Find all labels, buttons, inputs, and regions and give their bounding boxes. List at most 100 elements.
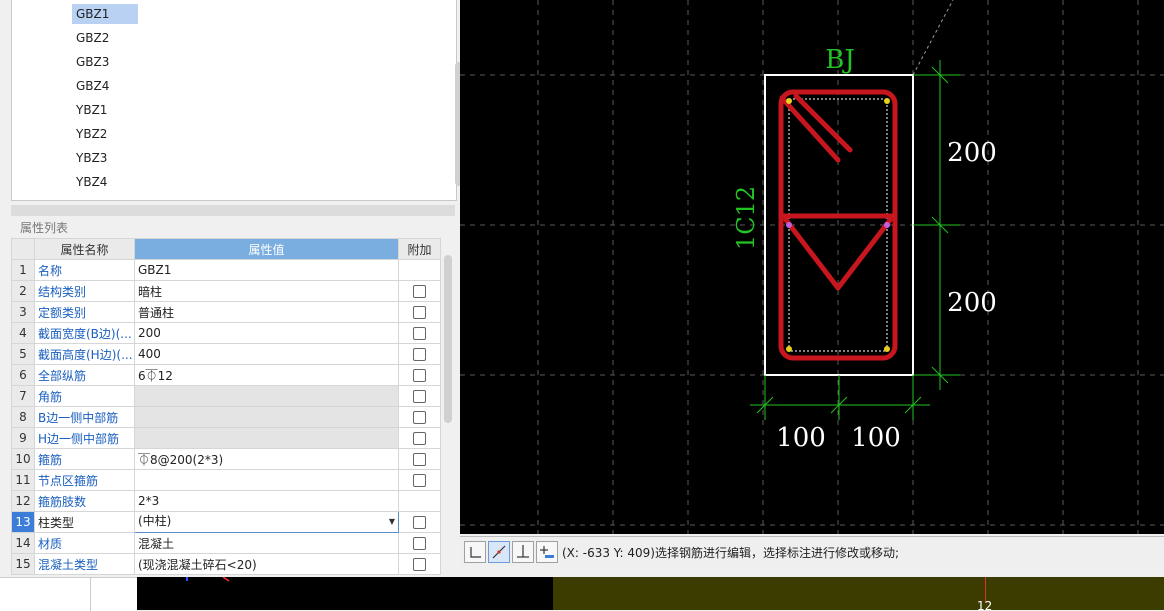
- perpendicular-snap-button[interactable]: [512, 541, 534, 563]
- column-type-dropdown[interactable]: (中柱) ▼: [134, 511, 399, 533]
- prop-value[interactable]: [134, 469, 399, 491]
- tree-item[interactable]: GBZ3: [72, 52, 138, 72]
- extra-cell: [398, 427, 441, 449]
- table-row[interactable]: 13 柱类型 (中柱) ▼: [11, 511, 441, 533]
- bottom-view[interactable]: [137, 577, 553, 610]
- prop-name: 节点区箍筋: [34, 469, 135, 491]
- extra-checkbox[interactable]: [413, 348, 426, 361]
- extra-checkbox[interactable]: [413, 369, 426, 382]
- extra-checkbox[interactable]: [413, 516, 426, 529]
- drawing-canvas[interactable]: BJ 1C12 200 200 100 100: [460, 0, 1164, 534]
- bottom-left-panel: [0, 577, 137, 611]
- extra-cell: [398, 511, 441, 533]
- table-row[interactable]: 12 箍筋肢数 2*3: [11, 490, 441, 512]
- row-number: 12: [11, 490, 35, 512]
- extra-cell: [398, 322, 441, 344]
- prop-name: 混凝土类型: [34, 553, 135, 575]
- row-number: 13: [11, 511, 35, 533]
- table-row[interactable]: 1 名称 GBZ1: [11, 259, 441, 281]
- prop-value[interactable]: 2*3: [134, 490, 399, 512]
- extra-checkbox[interactable]: [413, 558, 426, 571]
- label-rebar-spec[interactable]: 1C12: [732, 186, 760, 250]
- table-row[interactable]: 3 定额类别 普通柱: [11, 301, 441, 323]
- prop-value[interactable]: (现浇混凝土碎石<20): [134, 553, 399, 575]
- extra-cell: [398, 406, 441, 428]
- grid-scrollbar[interactable]: [444, 255, 452, 423]
- prop-value[interactable]: 混凝土: [134, 532, 399, 554]
- table-row[interactable]: 8 B边一侧中部筋: [11, 406, 441, 428]
- prop-value[interactable]: 200: [134, 322, 399, 344]
- prop-name: 角筋: [34, 385, 135, 407]
- prop-value[interactable]: [134, 385, 399, 407]
- prop-name: 箍筋肢数: [34, 490, 135, 512]
- prop-name: B边一侧中部筋: [34, 406, 135, 428]
- tree-item[interactable]: GBZ1: [72, 4, 138, 24]
- extra-checkbox[interactable]: [413, 390, 426, 403]
- dim-text[interactable]: 100: [776, 423, 826, 453]
- row-number: 6: [11, 364, 35, 386]
- extra-cell: [398, 448, 441, 470]
- extra-cell: [398, 259, 441, 281]
- table-row[interactable]: 11 节点区箍筋: [11, 469, 441, 491]
- bottom-divider: [90, 578, 91, 611]
- dim-text[interactable]: 100: [851, 423, 901, 453]
- tree-item[interactable]: YBZ2: [72, 124, 138, 144]
- status-bar: (X: -633 Y: 409)选择钢筋进行编辑，选择标注进行修改或移动;: [460, 536, 1164, 567]
- extra-cell: [398, 553, 441, 575]
- row-number: 5: [11, 343, 35, 365]
- polar-snap-button[interactable]: [488, 541, 510, 563]
- tree-item[interactable]: YBZ1: [72, 100, 138, 120]
- props-divider: [11, 205, 455, 216]
- status-message: (X: -633 Y: 409)选择钢筋进行编辑，选择标注进行修改或移动;: [562, 546, 900, 560]
- col-header-name: 属性名称: [34, 238, 135, 260]
- table-row[interactable]: 2 结构类别 暗柱: [11, 280, 441, 302]
- table-row[interactable]: 14 材质 混凝土: [11, 532, 441, 554]
- prop-name: 箍筋: [34, 448, 135, 470]
- extra-cell: [398, 301, 441, 323]
- prop-value[interactable]: ⏁8@200(2*3): [134, 448, 399, 470]
- extra-checkbox[interactable]: [413, 537, 426, 550]
- prop-value[interactable]: 普通柱: [134, 301, 399, 323]
- label-bj[interactable]: BJ: [825, 45, 855, 75]
- extra-cell: [398, 343, 441, 365]
- table-row[interactable]: 9 H边一侧中部筋: [11, 427, 441, 449]
- bottom-plan-view[interactable]: 12: [553, 577, 1164, 610]
- dropdown-value: (中柱): [138, 514, 172, 528]
- tree-item[interactable]: YBZ3: [72, 148, 138, 168]
- dim-text[interactable]: 200: [947, 288, 997, 318]
- tree-item[interactable]: GBZ2: [72, 28, 138, 48]
- row-number: 10: [11, 448, 35, 470]
- table-row[interactable]: 10 箍筋 ⏁8@200(2*3): [11, 448, 441, 470]
- extra-checkbox[interactable]: [413, 285, 426, 298]
- row-number: 9: [11, 427, 35, 449]
- table-row[interactable]: 7 角筋: [11, 385, 441, 407]
- prop-value[interactable]: 6⏁12: [134, 364, 399, 386]
- extra-checkbox[interactable]: [413, 453, 426, 466]
- prop-value[interactable]: [134, 406, 399, 428]
- extra-checkbox[interactable]: [413, 474, 426, 487]
- prop-value[interactable]: 暗柱: [134, 280, 399, 302]
- dim-text[interactable]: 200: [947, 138, 997, 168]
- ortho-icon: [470, 547, 481, 558]
- prop-value[interactable]: [134, 427, 399, 449]
- table-row[interactable]: 15 混凝土类型 (现浇混凝土碎石<20): [11, 553, 441, 575]
- prop-value[interactable]: GBZ1: [134, 259, 399, 281]
- extra-cell: [398, 469, 441, 491]
- tree-item[interactable]: GBZ4: [72, 76, 138, 96]
- chevron-down-icon[interactable]: ▼: [389, 513, 395, 532]
- extra-checkbox[interactable]: [413, 432, 426, 445]
- prop-name: 名称: [34, 259, 135, 281]
- perpendicular-icon: [517, 545, 529, 558]
- prop-value[interactable]: 400: [134, 343, 399, 365]
- extra-checkbox[interactable]: [413, 306, 426, 319]
- table-row[interactable]: 4 截面宽度(B边)(... 200: [11, 322, 441, 344]
- table-row[interactable]: 6 全部纵筋 6⏁12: [11, 364, 441, 386]
- extra-checkbox[interactable]: [413, 327, 426, 340]
- left-panel: GBZ1 GBZ2 GBZ3 GBZ4 YBZ1 YBZ2 YBZ3 YBZ4 …: [0, 0, 463, 577]
- ortho-snap-button[interactable]: [464, 541, 486, 563]
- table-row[interactable]: 5 截面高度(H边)(... 400: [11, 343, 441, 365]
- extra-checkbox[interactable]: [413, 411, 426, 424]
- dimension-tool-button[interactable]: [536, 541, 558, 563]
- tree-item[interactable]: YBZ4: [72, 172, 138, 192]
- prop-name: 材质: [34, 532, 135, 554]
